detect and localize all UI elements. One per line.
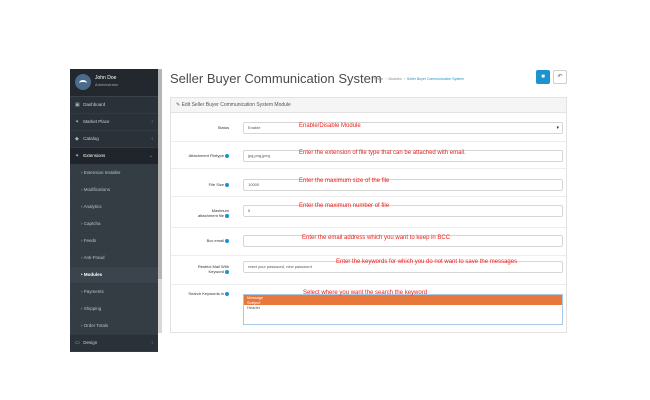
save-icon: ■ — [541, 74, 545, 80]
status-label: Status — [217, 125, 229, 130]
max-attachment-note: Enter the maximum number of file — [299, 203, 390, 209]
tag-icon: ◆ — [75, 136, 79, 142]
panel-heading: ✎ Edit Seller Buyer Communication System… — [171, 98, 566, 113]
breadcrumb-modules[interactable]: Modules — [389, 77, 402, 81]
bcc-email-row: Bcc email Enter the email address which … — [171, 228, 566, 256]
bcc-email-label: Bcc email — [207, 238, 229, 243]
chevron-left-icon: ‹ — [151, 340, 153, 346]
sidebar-subitem-label: Feeds — [83, 238, 97, 243]
puzzle-icon: ✦ — [75, 119, 80, 125]
chevron-left-icon: ‹ — [151, 136, 153, 142]
edit-module-panel: ✎ Edit Seller Buyer Communication System… — [170, 97, 567, 333]
search-keyword-label-text: Search Keywords in — [188, 291, 224, 296]
status-note: Enable/Disable Module — [299, 123, 361, 129]
sidebar-item-design[interactable]: ▭ Design ‹ — [70, 335, 158, 352]
status-row: Status Enable Enable/Disable Module — [171, 113, 566, 142]
sidebar-subitem-order-totals[interactable]: › Order Totals — [70, 318, 158, 335]
sidebar-item-extensions[interactable]: ✦ Extensions ⌄ — [70, 148, 158, 165]
user-role: Administrator — [95, 82, 119, 87]
sidebar-subitem-captcha[interactable]: › Captcha — [70, 216, 158, 233]
search-keyword-note: Select where you want the search the key… — [303, 290, 428, 296]
sidebar-item-dashboard[interactable]: ▣ Dashboard — [70, 97, 158, 114]
sidebar-subitem-analytics[interactable]: › Analytics — [70, 199, 158, 216]
sidebar-subitem-modules[interactable]: • Modules — [70, 267, 158, 284]
file-size-label: File Size — [209, 182, 229, 187]
search-keyword-multiselect[interactable]: Message Subject Header — [243, 294, 563, 325]
attachment-filetype-label: Attachment Filetype — [189, 153, 229, 158]
page-title: Seller Buyer Communication System — [170, 71, 382, 86]
sidebar-subitem-anti-fraud[interactable]: › Anti-Fraud — [70, 250, 158, 267]
info-icon — [225, 213, 229, 218]
breadcrumb-home[interactable]: Home — [374, 77, 383, 81]
sidebar-subitem-label: Analytics — [83, 204, 102, 209]
file-size-label-text: File Size — [208, 182, 224, 187]
dashboard-icon: ▣ — [75, 102, 80, 108]
sidebar-scrollbar[interactable] — [158, 69, 162, 333]
sidebar-item-label: Extensions — [83, 153, 106, 158]
attachment-filetype-note: Enter the extension of file type that ca… — [299, 150, 466, 156]
monitor-icon: ▭ — [75, 340, 80, 346]
sidebar: John Doe Administrator ▣ Dashboard ✦ Mar… — [70, 69, 158, 352]
restrict-keyword-note: Enter the keywords for which you do not … — [336, 259, 518, 265]
puzzle-piece-icon: ✦ — [75, 153, 80, 159]
sidebar-item-catalog[interactable]: ◆ Catalog ‹ — [70, 131, 158, 148]
attachment-filetype-row: Attachment Filetype jpg,png,jpeg Enter t… — [171, 142, 566, 169]
max-attachment-input[interactable]: 5 — [243, 205, 563, 217]
sidebar-item-label: Design — [83, 340, 98, 345]
panel-heading-text: Edit Seller Buyer Communication System M… — [181, 102, 291, 108]
save-button[interactable]: ■ — [536, 70, 550, 84]
sidebar-subitem-label: Captcha — [83, 221, 101, 226]
search-keyword-row: Search Keywords in Message Subject Heade… — [171, 285, 566, 333]
user-name: John Doe — [95, 75, 117, 81]
sidebar-subitem-modifications[interactable]: › Modifications — [70, 182, 158, 199]
bcc-email-label-text: Bcc email — [206, 238, 224, 243]
max-attachment-label: Maximum attachment file — [195, 208, 229, 218]
sidebar-subitem-shipping[interactable]: › Shipping — [70, 301, 158, 318]
file-size-input[interactable]: 10000 — [243, 179, 563, 191]
sidebar-item-label: Market Place — [83, 119, 110, 124]
info-icon — [225, 182, 229, 187]
chevron-left-icon: ‹ — [151, 119, 153, 125]
back-icon: ↶ — [557, 74, 563, 80]
restrict-keyword-label: Restrict Mail With Keyword — [185, 264, 229, 274]
info-icon — [225, 269, 229, 274]
status-select[interactable]: Enable — [243, 122, 563, 134]
option-header[interactable]: Header — [244, 305, 562, 310]
sidebar-item-market-place[interactable]: ✦ Market Place ‹ — [70, 114, 158, 131]
back-button[interactable]: ↶ — [553, 70, 567, 84]
sidebar-item-label: Catalog — [83, 136, 99, 141]
sidebar-subitem-payments[interactable]: › Payments — [70, 284, 158, 301]
sidebar-subitem-label: Extension Installer — [83, 170, 121, 175]
sidebar-subitem-feeds[interactable]: › Feeds — [70, 233, 158, 250]
scrollbar-thumb[interactable] — [158, 69, 162, 279]
sidebar-subitem-label: Payments — [83, 289, 104, 294]
breadcrumb: Home › Modules › Seller Buyer Communication … — [374, 77, 464, 81]
bcc-email-note: Enter the email address which you want t… — [302, 235, 451, 241]
restrict-keyword-row: Restrict Mail With Keyword reset your pa… — [171, 256, 566, 285]
breadcrumb-current[interactable]: Seller Buyer Communication System — [407, 77, 464, 81]
sidebar-subitem-label: Modifications — [83, 187, 111, 192]
max-attachment-row: Maximum attachment file 5 Enter the maxi… — [171, 197, 566, 228]
sidebar-subitem-label: Order Totals — [83, 323, 109, 328]
sidebar-subitem-extension-installer[interactable]: › Extension Installer — [70, 165, 158, 182]
sidebar-item-label: Dashboard — [83, 102, 106, 107]
info-icon — [225, 153, 229, 158]
chevron-down-icon: ⌄ — [148, 153, 153, 159]
sidebar-subitem-label: Modules — [83, 272, 103, 277]
search-keyword-label: Search Keywords in — [188, 291, 229, 296]
sidebar-subitem-label: Shipping — [83, 306, 102, 311]
file-size-note: Enter the maximum size of the file — [299, 178, 390, 184]
info-icon — [225, 238, 229, 243]
attachment-filetype-label-text: Attachment Filetype — [188, 153, 224, 158]
avatar — [75, 74, 91, 90]
user-profile: John Doe Administrator — [70, 69, 158, 97]
sidebar-subitem-label: Anti-Fraud — [83, 255, 105, 260]
info-icon — [225, 291, 229, 296]
file-size-row: File Size 10000 Enter the maximum size o… — [171, 169, 566, 197]
